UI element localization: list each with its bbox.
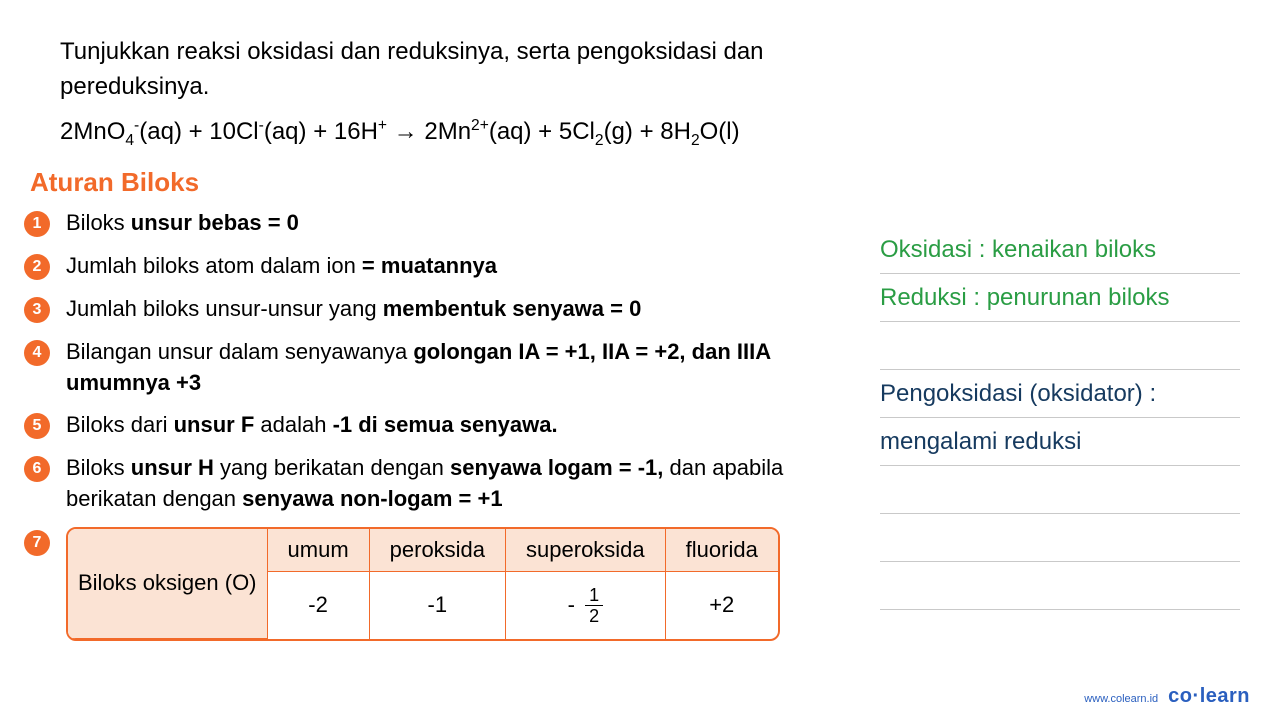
table-cell: -2 — [267, 572, 369, 639]
table-header: umum — [267, 529, 369, 572]
rule-item: 5 Biloks dari unsur F adalah -1 di semua… — [60, 410, 830, 441]
bullet-icon: 3 — [24, 297, 50, 323]
bullet-icon: 4 — [24, 340, 50, 366]
rule-text: Jumlah biloks atom dalam ion = muatannya — [66, 251, 497, 282]
rule-item: 1 Biloks unsur bebas = 0 — [60, 208, 830, 239]
table-header: peroksida — [369, 529, 505, 572]
footer: www.colearn.id co·learn — [1084, 685, 1250, 708]
footer-url: www.colearn.id — [1084, 693, 1158, 705]
note-blank — [880, 514, 1240, 562]
table-cell: -1 — [369, 572, 505, 639]
bullet-icon: 6 — [24, 456, 50, 482]
note-blank — [880, 466, 1240, 514]
note-blank — [880, 322, 1240, 370]
bullet-icon: 5 — [24, 413, 50, 439]
notes-sidebar: Oksidasi : kenaikan biloks Reduksi : pen… — [880, 208, 1240, 640]
table-row-label: Biloks oksigen (O) — [68, 529, 267, 639]
rule-item: 6 Biloks unsur H yang berikatan dengan s… — [60, 453, 830, 515]
rule-text: Jumlah biloks unsur-unsur yang membentuk… — [66, 294, 641, 325]
table-cell: +2 — [665, 572, 778, 639]
rule-text: Biloks dari unsur F adalah -1 di semua s… — [66, 410, 558, 441]
brand-logo: co·learn — [1168, 685, 1250, 708]
table-header: superoksida — [505, 529, 665, 572]
rule-item: 2 Jumlah biloks atom dalam ion = muatann… — [60, 251, 830, 282]
question-prompt: Tunjukkan reaksi oksidasi dan reduksinya… — [60, 35, 840, 105]
note-oksidasi: Oksidasi : kenaikan biloks — [880, 226, 1240, 274]
bullet-icon: 7 — [24, 530, 50, 556]
rule-text: Biloks unsur H yang berikatan dengan sen… — [66, 453, 830, 515]
note-mengalami: mengalami reduksi — [880, 418, 1240, 466]
note-blank — [880, 562, 1240, 610]
section-title: Aturan Biloks — [30, 167, 1240, 198]
bullet-icon: 2 — [24, 254, 50, 280]
oxygen-biloks-table: Biloks oksigen (O) umum peroksida supero… — [66, 527, 780, 641]
note-reduksi: Reduksi : penurunan biloks — [880, 274, 1240, 322]
rules-list: 1 Biloks unsur bebas = 0 2 Jumlah biloks… — [60, 208, 830, 514]
rule-item: 3 Jumlah biloks unsur-unsur yang membent… — [60, 294, 830, 325]
chemical-equation: 2MnO4-(aq) + 10Cl-(aq) + 16H+ → 2Mn2+(aq… — [60, 117, 1240, 150]
table-header: fluorida — [665, 529, 778, 572]
rule-text: Bilangan unsur dalam senyawanya golongan… — [66, 337, 830, 399]
rule-item: 4 Bilangan unsur dalam senyawanya golong… — [60, 337, 830, 399]
table-cell: - 12 — [505, 572, 665, 639]
note-pengoksidasi: Pengoksidasi (oksidator) : — [880, 370, 1240, 418]
rule-text: Biloks unsur bebas = 0 — [66, 208, 299, 239]
bullet-icon: 1 — [24, 211, 50, 237]
